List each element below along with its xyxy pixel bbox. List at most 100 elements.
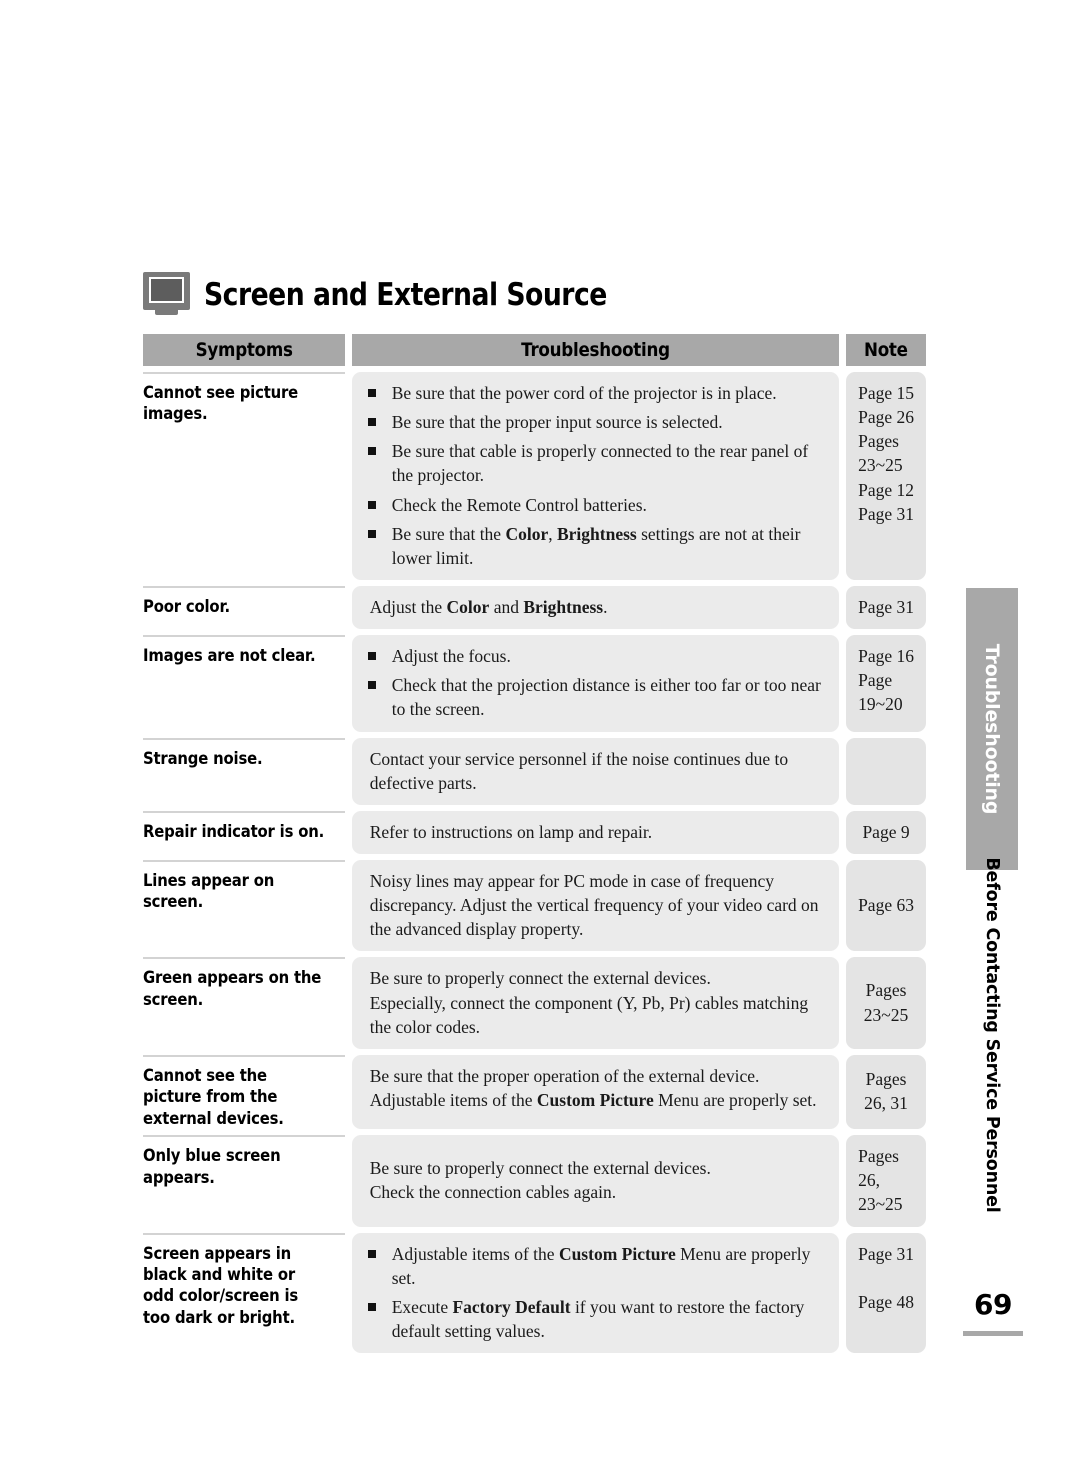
note-line: Page 16 (858, 646, 915, 667)
troubleshooting-cell: Be sure that the power cord of the proje… (351, 372, 840, 580)
bullet-square-icon (367, 500, 376, 509)
note-line: 23~25 (863, 1004, 909, 1025)
note-line: Page 9 (862, 821, 910, 842)
list-item-text: Check the Remote Control batteries. (391, 494, 647, 515)
list-item-text: Be sure that cable is properly connected… (391, 441, 809, 486)
bullet-square-icon (367, 1249, 376, 1258)
side-chapter-text: Before Contacting Service Personnel (982, 857, 1002, 1213)
table-row: Only blue screen appears. Be sure to pro… (143, 1135, 926, 1227)
table-row: Lines appear on screen. Noisy lines may … (143, 859, 926, 952)
symptom-label: Cannot see picture images. (143, 383, 299, 424)
paragraph: Be sure that the proper operation of the… (369, 1065, 760, 1086)
note-line: 26, 31 (864, 1093, 908, 1114)
list-item-text: Be sure that the proper input source is … (391, 412, 723, 433)
monitor-icon (143, 272, 190, 317)
list-item: Be sure that the Color, Brightness setti… (366, 522, 825, 570)
note-cell: Pages 26, 31 (846, 1054, 926, 1130)
table-row: Repair indicator is on. Refer to instruc… (143, 810, 926, 854)
troubleshooting-cell: Be sure to properly connect the external… (351, 1135, 840, 1227)
table-row: Green appears on the screen. Be sure to … (143, 957, 926, 1049)
column-header-note: Note (846, 334, 926, 366)
paragraph: Be sure to properly connect the external… (369, 968, 711, 989)
table-row: Screen appears in black and white or odd… (143, 1232, 926, 1354)
note-line: 23~25 (858, 1194, 903, 1215)
monitor-icon-screen (149, 277, 184, 303)
side-tab-troubleshooting: Troubleshooting (966, 588, 1018, 870)
symptom-label: Cannot see the picture from the external… (143, 1065, 284, 1128)
note-cell-empty (846, 737, 926, 805)
note-line: 23~25 (858, 455, 903, 476)
note-line: 19~20 (858, 694, 903, 715)
symptom-cell: Cannot see picture images. (143, 372, 345, 580)
note-line: Page 15 (858, 383, 915, 403)
paragraph: Adjustable items of the Custom Picture M… (369, 1089, 817, 1110)
symptom-cell: Lines appear on screen. (143, 859, 345, 951)
list-item: Check that the projection distance is ei… (366, 673, 825, 721)
list-item: Adjust the focus. (366, 644, 825, 668)
page-folio: 69 (963, 1288, 1023, 1336)
list-item: Be sure that the power cord of the proje… (366, 381, 825, 405)
section-heading: Screen and External Source (143, 272, 672, 317)
symptom-cell: Poor color. (143, 585, 345, 629)
troubleshooting-cell: Adjust the Color and Brightness. (351, 585, 840, 630)
troubleshooting-cell: Refer to instructions on lamp and repair… (351, 810, 840, 854)
note-cell: Page 15 Page 26 Pages 23~25 Page 12 Page… (846, 372, 926, 580)
table-header-row: Symptoms Troubleshooting Note (143, 334, 926, 366)
symptom-label: Strange noise. (143, 748, 263, 768)
side-chapter-label: Before Contacting Service Personnel (966, 857, 1018, 1212)
list-item: Execute Factory Default if you want to r… (366, 1295, 825, 1343)
list-item: Adjustable items of the Custom Picture M… (366, 1242, 825, 1290)
list-item-text: Execute Factory Default if you want to r… (391, 1296, 805, 1341)
note-cell: Page 9 (846, 810, 926, 854)
troubleshooting-list: Adjustable items of the Custom Picture M… (366, 1242, 825, 1344)
column-header-symptoms-label: Symptoms (195, 339, 293, 361)
column-header-troubleshooting-label: Troubleshooting (521, 339, 670, 361)
troubleshooting-cell: Be sure that the proper operation of the… (351, 1054, 840, 1130)
note-line: Page 26 (858, 407, 915, 428)
paragraph: Especially, connect the component (Y, Pb… (369, 992, 809, 1037)
note-cell: Pages 23~25 (846, 957, 926, 1049)
column-header-note-label: Note (864, 339, 908, 361)
troubleshooting-cell: Adjustable items of the Custom Picture M… (351, 1232, 840, 1354)
table-row: Strange noise. Contact your service pers… (143, 737, 926, 805)
note-line: Page 48 (858, 1291, 915, 1312)
note-line: Page 12 (858, 479, 915, 500)
note-cell: Page 63 (846, 859, 926, 952)
symptom-cell: Images are not clear. (143, 635, 345, 731)
table-row: Poor color. Adjust the Color and Brightn… (143, 585, 926, 630)
troubleshooting-list: Be sure that the power cord of the proje… (366, 381, 825, 570)
note-line: Page 63 (858, 895, 914, 916)
paragraph: Noisy lines may appear for PC mode in ca… (369, 870, 819, 940)
list-item-text: Adjust the focus. (391, 646, 511, 667)
monitor-icon-stand (155, 310, 178, 315)
paragraph: Be sure to properly connect the external… (369, 1158, 711, 1179)
note-line: Pages (865, 980, 907, 1001)
table-row: Images are not clear. Adjust the focus. … (143, 635, 926, 732)
bullet-square-icon (367, 418, 376, 427)
list-item: Be sure that the proper input source is … (366, 410, 825, 434)
paragraph: Adjust the Color and Brightness. (369, 596, 608, 617)
column-header-troubleshooting: Troubleshooting (351, 334, 840, 366)
symptom-label: Screen appears in black and white or odd… (143, 1243, 299, 1327)
list-item-text: Check that the projection distance is ei… (391, 675, 821, 720)
bullet-square-icon (367, 389, 376, 397)
note-line: Page 31 (858, 1243, 915, 1264)
document-page: Screen and External Source Symptoms Trou… (0, 0, 1080, 1474)
note-line: 26, (858, 1170, 880, 1191)
folio-rule (963, 1331, 1023, 1336)
side-tab-label: Troubleshooting (981, 643, 1003, 815)
list-item: Be sure that cable is properly connected… (366, 439, 825, 487)
column-header-symptoms: Symptoms (143, 334, 345, 366)
troubleshooting-cell: Be sure to properly connect the external… (351, 957, 840, 1049)
bullet-square-icon (367, 681, 376, 690)
symptom-label: Only blue screen appears. (143, 1146, 281, 1187)
symptom-label: Lines appear on screen. (143, 870, 275, 912)
section-title: Screen and External Source (204, 276, 607, 313)
list-item-text: Adjustable items of the Custom Picture M… (391, 1243, 811, 1288)
page-number: 69 (974, 1288, 1012, 1321)
symptom-label: Images are not clear. (143, 646, 316, 666)
note-spacer (846, 747, 926, 771)
note-line: Pages (858, 431, 899, 452)
note-cell: Pages 26, 23~25 (846, 1135, 926, 1227)
symptom-cell: Repair indicator is on. (143, 810, 345, 854)
